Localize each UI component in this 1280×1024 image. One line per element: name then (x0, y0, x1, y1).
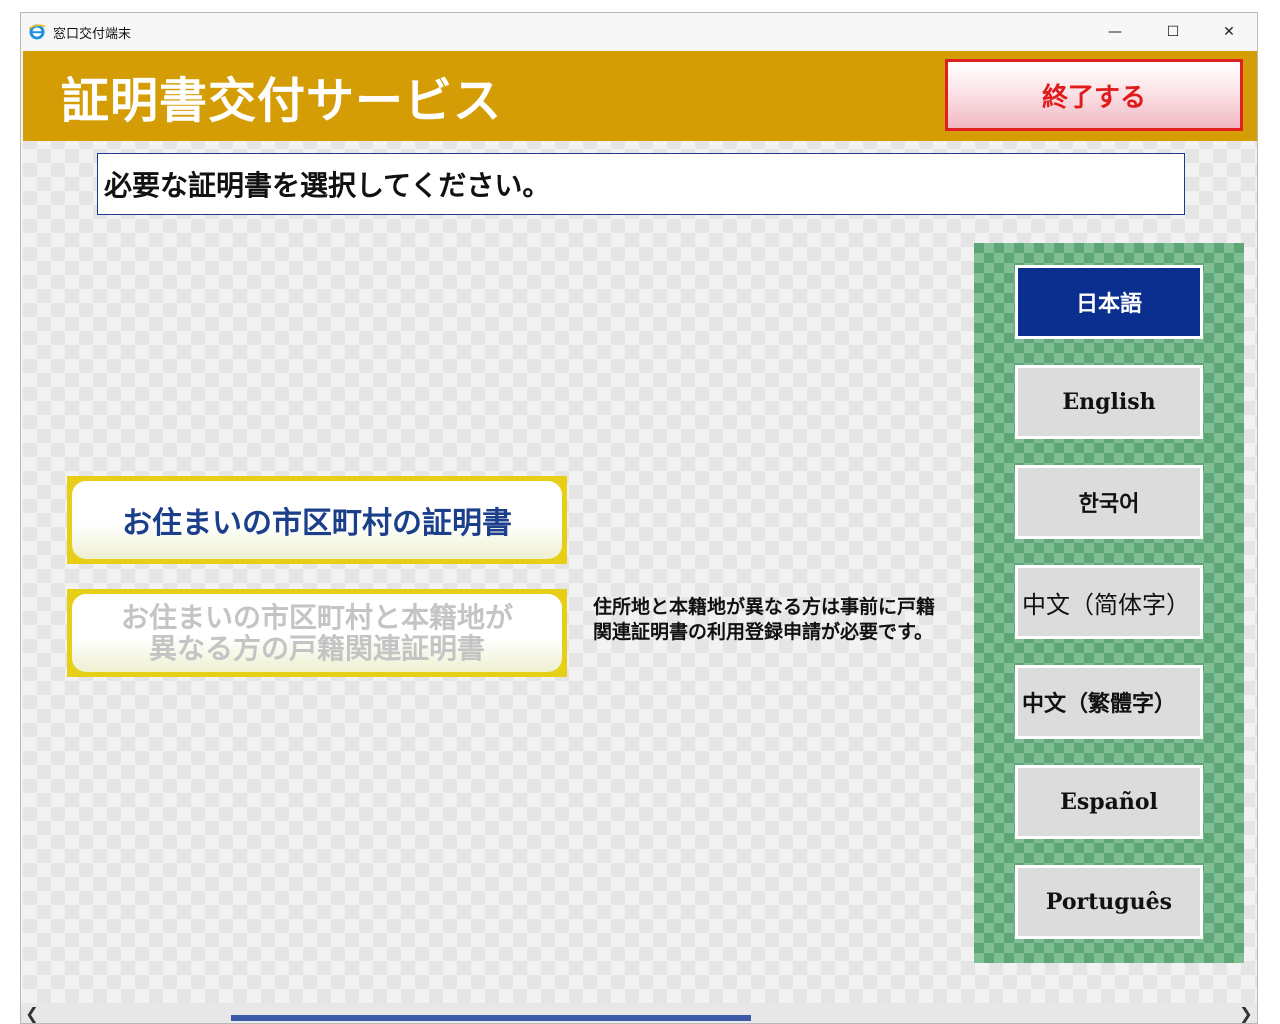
app-header: 証明書交付サービス 終了する (23, 51, 1257, 141)
family-register-label-line2: 異なる方の戸籍関連証明書 (148, 632, 485, 665)
minimize-button[interactable]: — (1087, 13, 1143, 51)
lang-english-button[interactable]: English (1015, 365, 1203, 439)
language-panel: 日本語 English 한국어 中文（简体字） 中文（繁體字） Español … (974, 243, 1244, 963)
maximize-button[interactable]: ☐ (1145, 13, 1201, 51)
lang-portuguese-button[interactable]: Português (1015, 865, 1203, 939)
app-window: 窓口交付端末 — ☐ ✕ 証明書交付サービス 終了する 必要な証明書を選択してく… (20, 12, 1258, 1024)
resident-certificate-button[interactable]: お住まいの市区町村の証明書 (67, 476, 567, 564)
chevron-left-icon[interactable]: ❮ (21, 1003, 43, 1023)
window-title: 窓口交付端末 (53, 27, 132, 42)
kiosk-content: 証明書交付サービス 終了する 必要な証明書を選択してください。 お住まいの市区町… (23, 51, 1257, 1003)
close-window-button[interactable]: ✕ (1201, 13, 1257, 51)
scrollbar-thumb[interactable] (231, 1015, 751, 1021)
page-title: 証明書交付サービス (61, 73, 503, 129)
minimize-icon: — (1108, 24, 1122, 40)
browser-e-icon (28, 24, 46, 40)
title-bar: 窓口交付端末 — ☐ ✕ (21, 13, 1257, 51)
family-register-certificate-label: お住まいの市区町村と本籍地が 異なる方の戸籍関連証明書 (72, 594, 562, 672)
chevron-right-icon[interactable]: ❯ (1235, 1003, 1257, 1023)
family-register-certificate-button[interactable]: お住まいの市区町村と本籍地が 異なる方の戸籍関連証明書 (67, 589, 567, 677)
lang-chinese-simplified-button[interactable]: 中文（简体字） (1015, 565, 1203, 639)
horizontal-scrollbar[interactable]: ❮ ❯ (21, 1003, 1257, 1023)
lang-korean-button[interactable]: 한국어 (1015, 465, 1203, 539)
lang-japanese-button[interactable]: 日本語 (1015, 265, 1203, 339)
exit-button[interactable]: 終了する (945, 59, 1243, 131)
maximize-icon: ☐ (1166, 24, 1180, 40)
family-register-label-line1: お住まいの市区町村と本籍地が (120, 601, 513, 634)
lang-spanish-button[interactable]: Español (1015, 765, 1203, 839)
close-icon: ✕ (1223, 24, 1235, 40)
resident-certificate-label: お住まいの市区町村の証明書 (72, 481, 562, 559)
registration-note: 住所地と本籍地が異なる方は事前に戸籍関連証明書の利用登録申請が必要です。 (593, 596, 936, 643)
lang-chinese-traditional-button[interactable]: 中文（繁體字） (1015, 665, 1203, 739)
instruction-message: 必要な証明書を選択してください。 (97, 153, 1185, 215)
